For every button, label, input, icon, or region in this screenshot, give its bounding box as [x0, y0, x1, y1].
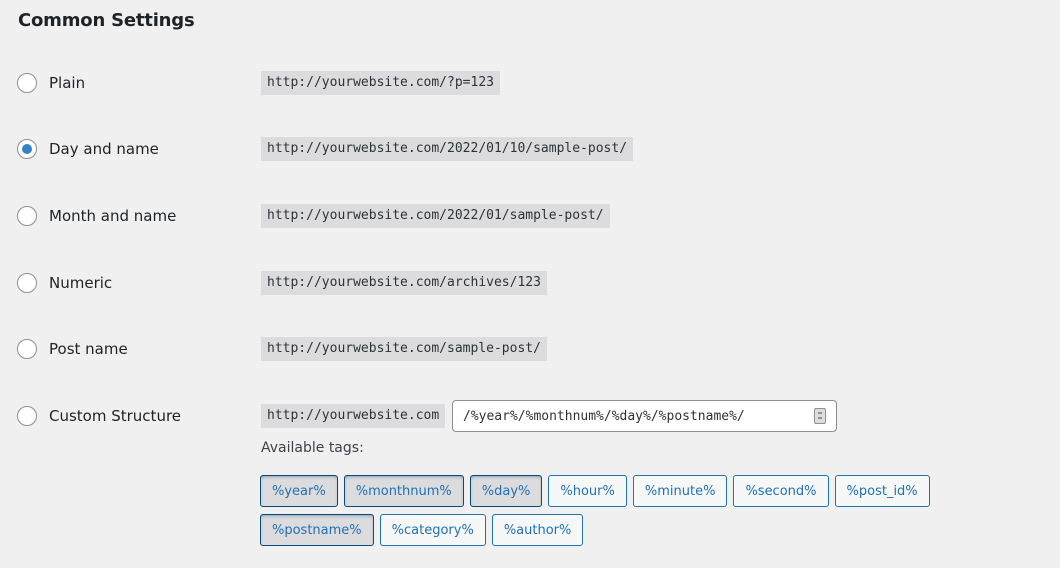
option-post-name: Post name http://yourwebsite.com/sample-… — [0, 334, 1060, 364]
available-tags-label: Available tags: — [261, 440, 364, 456]
example-url: http://yourwebsite.com/sample-post/ — [261, 337, 547, 361]
radio-numeric[interactable]: Numeric — [17, 268, 112, 298]
example-url: http://yourwebsite.com/2022/01/sample-po… — [261, 204, 610, 228]
radio-post-name[interactable]: Post name — [17, 334, 128, 364]
radio-plain[interactable]: Plain — [17, 68, 85, 98]
contact-card-icon[interactable] — [814, 408, 826, 424]
example-url: http://yourwebsite.com/archives/123 — [261, 271, 547, 295]
radio-label: Numeric — [49, 274, 113, 292]
option-custom-structure: Custom Structure http://yourwebsite.com … — [0, 400, 1060, 432]
radio-label: Day and name — [49, 140, 159, 158]
tag-post-id[interactable]: %post_id% — [834, 475, 930, 507]
radio-label: Post name — [49, 340, 128, 358]
example-url: http://yourwebsite.com/?p=123 — [261, 71, 500, 95]
radio-custom-structure[interactable]: Custom Structure — [17, 401, 181, 431]
radio-button[interactable] — [17, 73, 37, 93]
tag-postname[interactable]: %postname% — [260, 514, 374, 546]
option-day-and-name: Day and name http://yourwebsite.com/2022… — [0, 134, 1060, 164]
tag-day[interactable]: %day% — [469, 475, 543, 507]
radio-button[interactable] — [17, 406, 37, 426]
radio-label: Plain — [49, 74, 86, 92]
example-url: http://yourwebsite.com/2022/01/10/sample… — [261, 137, 634, 161]
base-url: http://yourwebsite.com — [261, 404, 446, 428]
radio-button-checked[interactable] — [17, 139, 37, 159]
available-tags-list: %year% %monthnum% %day% %hour% %minute% … — [260, 475, 1040, 546]
radio-label: Custom Structure — [49, 407, 182, 425]
tag-hour[interactable]: %hour% — [548, 475, 627, 507]
radio-button[interactable] — [17, 339, 37, 359]
custom-structure-input[interactable]: /%year%/%monthnum%/%day%/%postname%/ — [452, 400, 837, 432]
custom-structure-value[interactable]: /%year%/%monthnum%/%day%/%postname%/ — [463, 409, 814, 424]
radio-button[interactable] — [17, 206, 37, 226]
section-title: Common Settings — [18, 10, 195, 31]
tag-year[interactable]: %year% — [260, 475, 338, 507]
tag-author[interactable]: %author% — [491, 514, 584, 546]
radio-button[interactable] — [17, 273, 37, 293]
tag-monthnum[interactable]: %monthnum% — [343, 475, 464, 507]
tag-second[interactable]: %second% — [733, 475, 829, 507]
option-plain: Plain http://yourwebsite.com/?p=123 — [0, 68, 1060, 98]
tag-category[interactable]: %category% — [379, 514, 486, 546]
radio-month-and-name[interactable]: Month and name — [17, 201, 176, 231]
option-numeric: Numeric http://yourwebsite.com/archives/… — [0, 268, 1060, 298]
radio-day-and-name[interactable]: Day and name — [17, 134, 159, 164]
option-month-and-name: Month and name http://yourwebsite.com/20… — [0, 201, 1060, 231]
radio-label: Month and name — [49, 207, 177, 225]
tag-minute[interactable]: %minute% — [632, 475, 728, 507]
